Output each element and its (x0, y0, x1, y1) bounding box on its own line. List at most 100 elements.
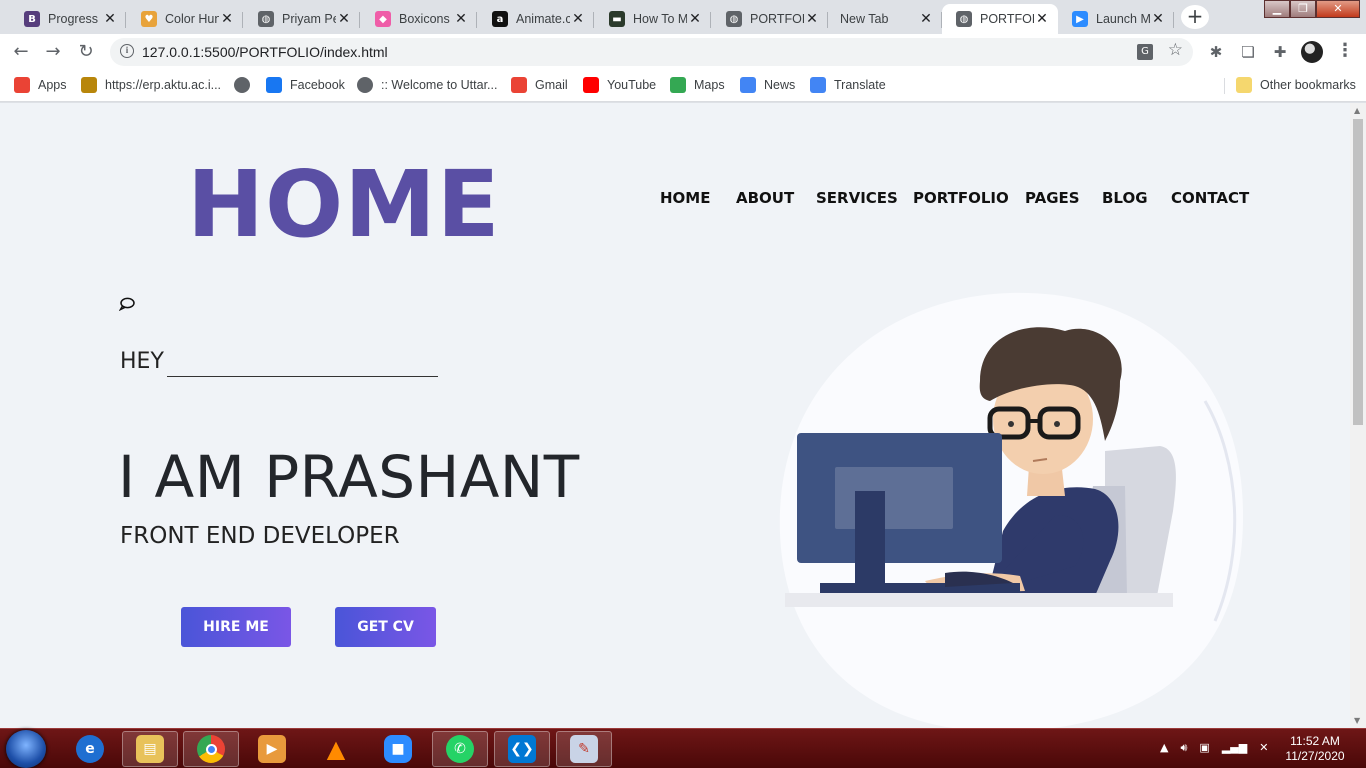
tab-title: PORTFOL (750, 12, 804, 26)
taskbar-vlc[interactable]: ▲ (308, 731, 364, 767)
close-tab-icon[interactable]: ✕ (804, 11, 820, 27)
translate-page-icon[interactable]: G (1137, 44, 1153, 60)
bootstrap-icon: B (24, 11, 40, 27)
hire-me-button[interactable]: HIRE ME (181, 607, 291, 647)
url-text[interactable]: 127.0.0.1:5500/PORTFOLIO/index.html (142, 44, 388, 60)
browser-tab[interactable]: New Tab ✕ (826, 4, 942, 34)
tab-title: Color Hun (165, 12, 219, 26)
browser-tab[interactable]: ◍ Priyam Pe ✕ (244, 4, 360, 34)
bookmark-item[interactable] (234, 77, 258, 93)
browser-tab[interactable]: a Animate.c ✕ (478, 4, 594, 34)
portfolio-page: HOME HOME ABOUT SERVICES PORTFOLIO PAGES BLOG… (0, 103, 1350, 728)
nav-link-portfolio[interactable]: PORTFOLIO (913, 189, 1009, 207)
forward-arrow-icon[interactable]: → (41, 40, 65, 64)
battery-warning-icon[interactable]: ✕ (1259, 741, 1268, 755)
maximize-button[interactable]: ❐ (1290, 0, 1316, 18)
nav-link-about[interactable]: ABOUT (736, 189, 794, 207)
apps-grid-icon (14, 77, 30, 93)
profile-avatar[interactable] (1301, 41, 1323, 63)
bookmark-item[interactable]: Gmail (511, 77, 568, 93)
minimize-button[interactable]: ▁ (1264, 0, 1290, 18)
folder-icon (1236, 77, 1252, 93)
bug-extension-icon[interactable]: ✱ (1206, 42, 1226, 62)
more-menu-icon[interactable]: ⋮ (1336, 40, 1354, 61)
back-arrow-icon[interactable]: ← (9, 40, 33, 64)
internet-explorer-icon: e (76, 735, 104, 763)
close-tab-icon[interactable]: ✕ (570, 11, 586, 27)
other-bookmarks[interactable]: Other bookmarks (1236, 77, 1356, 93)
taskbar-paint[interactable]: ✎ (556, 731, 612, 767)
browser-tab[interactable]: ♥ Color Hun ✕ (127, 4, 243, 34)
close-tab-icon[interactable]: ✕ (918, 11, 934, 27)
browser-tab[interactable]: ▬ How To M ✕ (595, 4, 711, 34)
browser-tab[interactable]: ◍ PORTFOL ✕ (942, 4, 1058, 34)
bookmark-item[interactable]: Maps (670, 77, 725, 93)
close-tab-icon[interactable]: ✕ (1034, 11, 1050, 27)
scrollbar-thumb[interactable] (1353, 119, 1363, 425)
colorhunt-icon: ♥ (141, 11, 157, 27)
browser-tab[interactable]: ◍ PORTFOL ✕ (712, 4, 828, 34)
network-signal-icon[interactable]: ▂▄▆ (1222, 741, 1247, 755)
taskbar-media-player[interactable]: ▶ (244, 731, 300, 767)
close-window-button[interactable]: ✕ (1316, 0, 1360, 18)
close-tab-icon[interactable]: ✕ (219, 11, 235, 27)
bookmark-item[interactable]: News (740, 77, 795, 93)
taskbar-clock[interactable]: 11:52 AM 11/27/2020 (1280, 734, 1350, 764)
address-bar[interactable]: i 127.0.0.1:5500/PORTFOLIO/index.html G … (110, 38, 1193, 66)
tab-title: Progress (48, 12, 99, 26)
clock-date: 11/27/2020 (1285, 749, 1345, 763)
nav-link-services[interactable]: SERVICES (816, 189, 898, 207)
site-logo[interactable]: HOME (187, 159, 501, 251)
media-player-icon: ▶ (258, 735, 286, 763)
taskbar-file-explorer[interactable]: ▤ (122, 731, 178, 767)
bookmark-label: Apps (38, 78, 67, 92)
bookmark-item[interactable]: https://erp.aktu.ac.i... (81, 77, 221, 93)
taskbar-chrome[interactable] (183, 731, 239, 767)
zoom-icon: ■ (384, 735, 412, 763)
aktu-icon (81, 77, 97, 93)
taskbar-zoom[interactable]: ■ (370, 731, 426, 767)
scroll-down-arrow-icon[interactable]: ▼ (1354, 716, 1360, 725)
bookmark-item[interactable]: YouTube (583, 77, 656, 93)
tab-title: Priyam Pe (282, 12, 336, 26)
browser-tab[interactable]: ▶ Launch M ✕ (1058, 4, 1174, 34)
show-hidden-icons-arrow-icon[interactable]: ▲ (1160, 741, 1168, 755)
tab-title: Animate.c (516, 12, 570, 26)
taskbar-internet-explorer[interactable]: e (62, 731, 118, 767)
nav-link-blog[interactable]: BLOG (1102, 189, 1148, 207)
get-cv-button[interactable]: GET CV (335, 607, 436, 647)
nav-link-home[interactable]: HOME (660, 189, 710, 207)
bookmark-item[interactable]: :: Welcome to Uttar... (357, 77, 497, 93)
taskbar-vscode[interactable]: ❮❯ (494, 731, 550, 767)
action-center-icon[interactable]: ▣ (1199, 741, 1209, 755)
nav-link-pages[interactable]: PAGES (1025, 189, 1080, 207)
volume-icon[interactable]: 🔊︎ (1180, 741, 1187, 755)
start-button[interactable] (6, 730, 46, 768)
browser-tab[interactable]: ◆ Boxicons ✕ (361, 4, 477, 34)
scroll-up-arrow-icon[interactable]: ▲ (1354, 106, 1360, 115)
nav-link-contact[interactable]: CONTACT (1171, 189, 1249, 207)
bookmark-item[interactable]: Facebook (266, 77, 345, 93)
close-tab-icon[interactable]: ✕ (1150, 11, 1166, 27)
copy-extension-icon[interactable]: ❏ (1238, 42, 1258, 62)
facebook-icon (266, 77, 282, 93)
close-tab-icon[interactable]: ✕ (336, 11, 352, 27)
puzzle-extensions-icon[interactable]: ✚ (1270, 42, 1290, 62)
page-scrollbar[interactable]: ▲ ▼ (1350, 103, 1366, 728)
site-info-icon[interactable]: i (120, 44, 134, 58)
bookmark-star-icon[interactable]: ☆ (1168, 40, 1183, 60)
reload-icon[interactable]: ↻ (74, 40, 98, 64)
maps-icon (670, 77, 686, 93)
new-tab-button[interactable]: + (1181, 5, 1209, 29)
bookmarks-divider (1224, 78, 1225, 94)
close-tab-icon[interactable]: ✕ (453, 11, 469, 27)
close-tab-icon[interactable]: ✕ (687, 11, 703, 27)
tab-title: New Tab (840, 12, 889, 26)
bookmark-item[interactable]: Translate (810, 77, 886, 93)
browser-tab[interactable]: B Progress ✕ (10, 4, 126, 34)
bookmark-item[interactable]: Apps (14, 77, 67, 93)
close-tab-icon[interactable]: ✕ (102, 11, 118, 27)
animate-icon: a (492, 11, 508, 27)
taskbar-whatsapp[interactable]: ✆ (432, 731, 488, 767)
system-tray: ▲ 🔊︎ ▣ ▂▄▆ ✕ (1160, 741, 1268, 755)
